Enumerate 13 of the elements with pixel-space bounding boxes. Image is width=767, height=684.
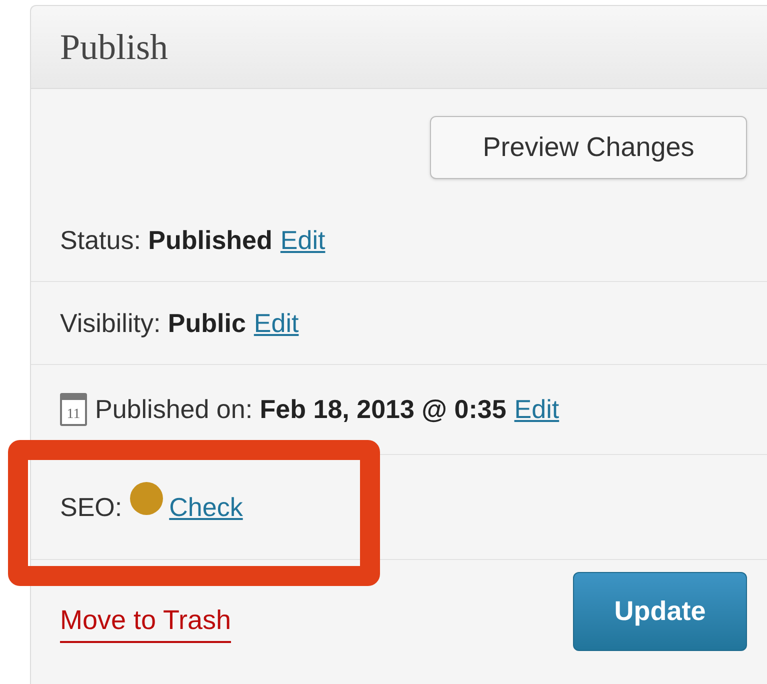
edit-link[interactable]: Edit — [254, 304, 299, 342]
edit-link[interactable]: Edit — [514, 390, 560, 429]
check-link[interactable]: Check — [169, 488, 243, 526]
move-to-trash-link[interactable]: Move to Trash — [60, 600, 232, 642]
panel-title: Publish — [60, 26, 168, 69]
calendar-icon: 11 — [60, 393, 87, 426]
field-text: Status: Published — [60, 224, 272, 256]
preview-changes-button[interactable]: Preview Changes — [430, 116, 747, 179]
seo-label: SEO: — [60, 490, 122, 524]
field-text: Visibility: Public — [60, 306, 246, 340]
field-text: Published on: Feb 18, 2013 @ 0:35 — [95, 393, 506, 426]
update-button[interactable]: Update — [573, 572, 747, 651]
edit-link[interactable]: Edit — [280, 220, 326, 260]
